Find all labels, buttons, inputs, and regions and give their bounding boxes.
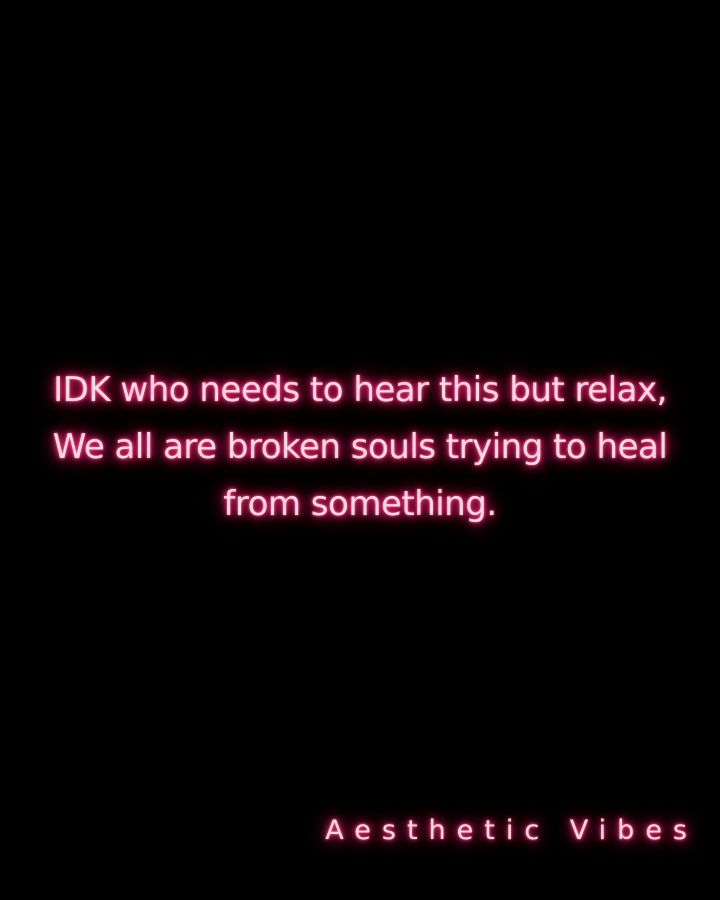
- neon-quote-canvas: IDK who needs to hear this but relax, We…: [0, 0, 720, 900]
- quote-line-1: IDK who needs to hear this but relax,: [53, 370, 667, 410]
- quote-line-2: We all are broken souls trying to heal: [52, 427, 668, 467]
- signature-watermark: Aesthetic Vibes: [325, 815, 698, 846]
- quote-text: IDK who needs to hear this but relax, We…: [30, 362, 690, 533]
- quote-line-3: from something.: [223, 484, 497, 524]
